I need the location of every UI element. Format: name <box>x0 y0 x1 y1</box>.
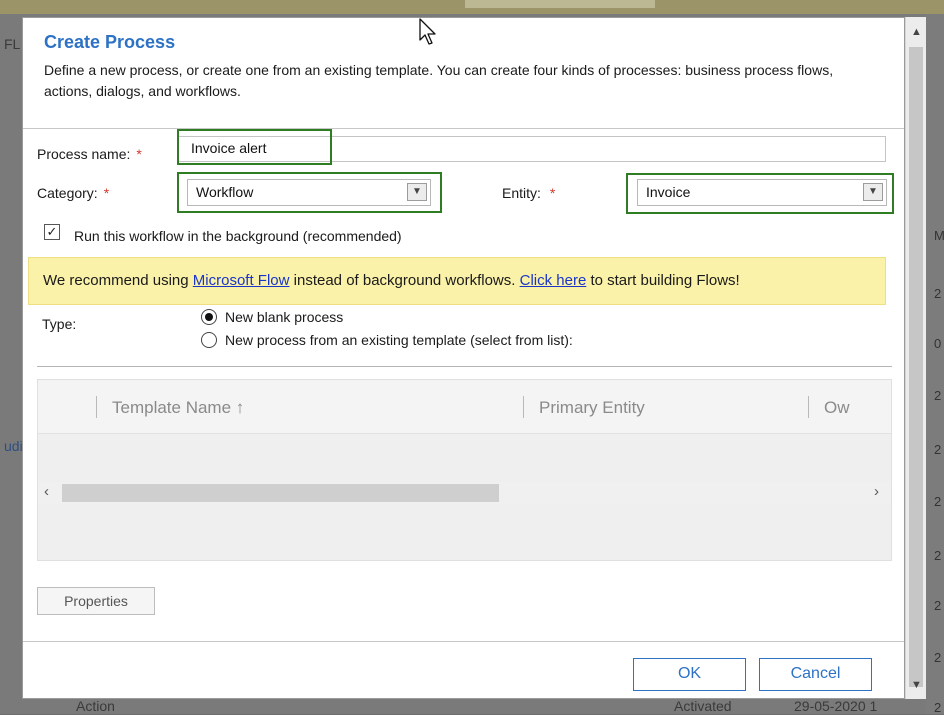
properties-button[interactable]: Properties <box>37 587 155 615</box>
background-bottom-row: Action Activated 29-05-2020 1 <box>24 698 926 714</box>
background-left-column: FL udi <box>0 14 24 714</box>
background-right-column: M 2 0 2 2 2 2 2 2 2 <box>926 14 944 715</box>
create-process-dialog: Create Process Define a new process, or … <box>22 17 905 699</box>
template-grid: Template Name ↑ Primary Entity Ow ‹ › <box>37 379 892 561</box>
column-separator <box>523 396 524 418</box>
chevron-down-icon[interactable]: ▼ <box>911 679 922 691</box>
background-cell: 29-05-2020 1 <box>794 698 878 714</box>
chevron-left-icon[interactable]: ‹ <box>44 483 49 500</box>
background-top-bar <box>0 0 944 14</box>
type-divider <box>37 366 892 367</box>
background-cell: Activated <box>674 698 732 714</box>
footer-divider <box>23 641 904 642</box>
microsoft-flow-banner: We recommend using Microsoft Flow instea… <box>28 257 886 305</box>
hscroll-thumb[interactable] <box>62 484 499 502</box>
background-right-text: 2 <box>934 286 942 301</box>
header-divider <box>23 128 904 129</box>
entity-value: Invoice <box>646 184 691 200</box>
required-marker: * <box>549 185 556 201</box>
category-select[interactable]: Workflow ▼ <box>187 179 431 206</box>
column-separator <box>96 396 97 418</box>
background-right-text: 0 <box>934 336 942 351</box>
dialog-description: Define a new process, or create one from… <box>44 62 834 99</box>
column-separator <box>808 396 809 418</box>
background-right-text: M <box>934 228 944 243</box>
chevron-right-icon[interactable]: › <box>874 483 879 500</box>
microsoft-flow-link[interactable]: Microsoft Flow <box>193 272 290 289</box>
background-right-text: 2 <box>934 548 942 563</box>
vscroll-thumb[interactable] <box>909 47 923 687</box>
required-marker: * <box>136 146 142 162</box>
required-marker: * <box>103 185 110 201</box>
radio-new-blank-process[interactable] <box>201 309 217 325</box>
background-right-text: 2 <box>934 700 942 715</box>
entity-label: Entity: * <box>502 185 556 201</box>
dialog-vscrollbar[interactable]: ▲ ▼ <box>905 17 926 699</box>
background-cell: Action <box>76 698 115 714</box>
background-right-text: 2 <box>934 494 942 509</box>
column-primary-entity[interactable]: Primary Entity <box>539 398 645 418</box>
entity-select[interactable]: Invoice ▼ <box>637 179 887 206</box>
chevron-down-icon[interactable]: ▼ <box>407 183 427 201</box>
background-left-text: FL <box>4 36 21 52</box>
background-right-text: 2 <box>934 598 942 613</box>
column-template-name[interactable]: Template Name ↑ <box>112 398 244 418</box>
cancel-button[interactable]: Cancel <box>759 658 872 691</box>
radio-new-blank-process-label: New blank process <box>225 309 344 325</box>
background-right-text: 2 <box>934 442 942 457</box>
ok-button[interactable]: OK <box>633 658 746 691</box>
click-here-link[interactable]: Click here <box>520 272 587 289</box>
dialog-title: Create Process <box>44 32 176 52</box>
run-background-label: Run this workflow in the background (rec… <box>74 228 402 244</box>
template-grid-hscrollbar[interactable]: ‹ › <box>38 482 891 504</box>
radio-from-template-label: New process from an existing template (s… <box>225 332 573 348</box>
chevron-up-icon[interactable]: ▲ <box>911 26 922 38</box>
chevron-down-icon[interactable]: ▼ <box>863 183 883 201</box>
radio-from-template[interactable] <box>201 332 217 348</box>
process-name-input[interactable]: Invoice alert <box>187 137 327 161</box>
background-right-text: 2 <box>934 388 942 403</box>
template-grid-header: Template Name ↑ Primary Entity Ow <box>38 380 891 434</box>
process-name-label: Process name: * <box>37 146 142 162</box>
category-label: Category: * <box>37 185 110 201</box>
category-value: Workflow <box>196 184 254 200</box>
background-left-text: udi <box>4 438 23 454</box>
background-right-text: 2 <box>934 650 942 665</box>
mouse-pointer-icon <box>419 18 436 45</box>
type-label: Type: <box>42 316 77 332</box>
run-background-checkbox[interactable]: ✓ <box>44 224 60 240</box>
column-owner[interactable]: Ow <box>824 398 850 418</box>
